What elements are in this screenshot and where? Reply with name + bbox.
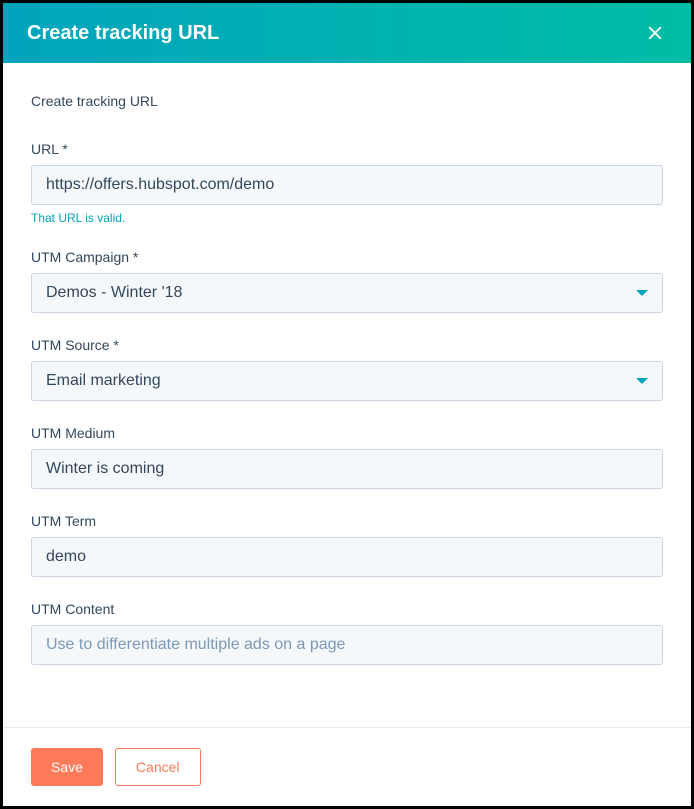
- utm-content-input[interactable]: [31, 625, 663, 665]
- dialog-title: Create tracking URL: [27, 22, 219, 45]
- utm-campaign-select[interactable]: Demos - Winter '18: [31, 273, 663, 313]
- caret-down-icon: [636, 378, 648, 384]
- utm-medium-field-group: UTM Medium: [31, 425, 663, 489]
- cancel-button[interactable]: Cancel: [115, 748, 201, 786]
- utm-term-input[interactable]: [31, 537, 663, 577]
- caret-down-icon: [636, 290, 648, 296]
- dialog-content: Create tracking URL URL * That URL is va…: [3, 63, 691, 727]
- utm-campaign-value: Demos - Winter '18: [46, 284, 182, 302]
- utm-source-field-group: UTM Source * Email marketing: [31, 337, 663, 401]
- url-validation-message: That URL is valid.: [31, 211, 663, 225]
- dialog-footer: Save Cancel: [3, 727, 691, 806]
- utm-source-select[interactable]: Email marketing: [31, 361, 663, 401]
- url-field-group: URL * That URL is valid.: [31, 141, 663, 225]
- utm-source-label: UTM Source *: [31, 337, 663, 353]
- utm-term-field-group: UTM Term: [31, 513, 663, 577]
- utm-campaign-field-group: UTM Campaign * Demos - Winter '18: [31, 249, 663, 313]
- url-label: URL *: [31, 141, 663, 157]
- utm-term-label: UTM Term: [31, 513, 663, 529]
- utm-content-field-group: UTM Content: [31, 601, 663, 665]
- utm-campaign-label: UTM Campaign *: [31, 249, 663, 265]
- close-icon: [646, 24, 664, 42]
- utm-medium-input[interactable]: [31, 449, 663, 489]
- utm-content-label: UTM Content: [31, 601, 663, 617]
- utm-source-value: Email marketing: [46, 372, 161, 390]
- url-input[interactable]: [31, 165, 663, 205]
- dialog-header: Create tracking URL: [3, 3, 691, 63]
- save-button[interactable]: Save: [31, 748, 103, 786]
- utm-medium-label: UTM Medium: [31, 425, 663, 441]
- dialog-subtitle: Create tracking URL: [31, 93, 663, 109]
- close-button[interactable]: [643, 21, 667, 45]
